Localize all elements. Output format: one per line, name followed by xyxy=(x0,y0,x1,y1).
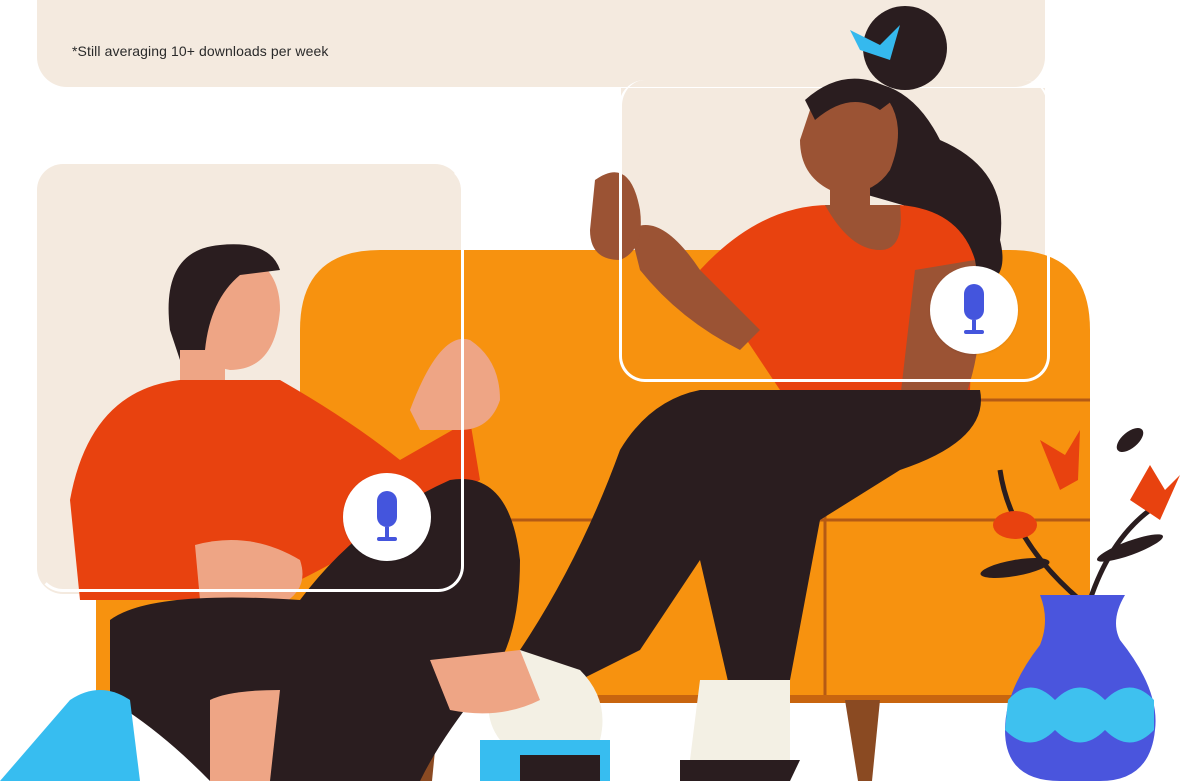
microphone-icon xyxy=(377,491,397,541)
mic-button-left[interactable] xyxy=(343,473,431,561)
mic-button-right[interactable] xyxy=(930,266,1018,354)
microphone-icon xyxy=(964,284,984,334)
